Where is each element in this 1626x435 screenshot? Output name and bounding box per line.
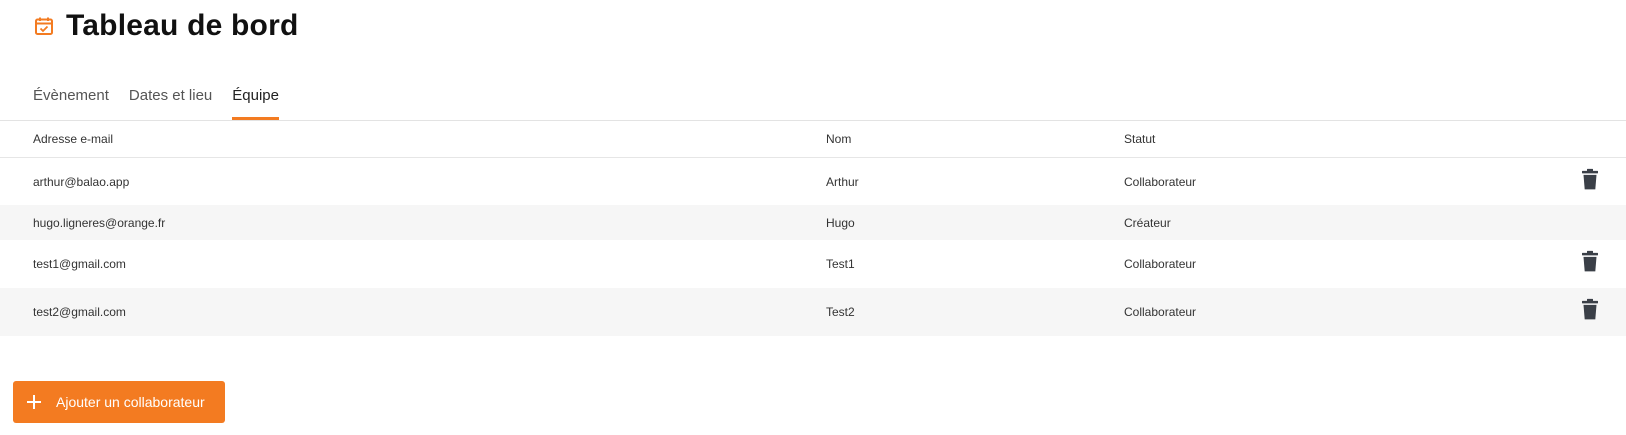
row-email: arthur@balao.app — [33, 174, 130, 189]
column-header-status: Statut — [1124, 132, 1156, 146]
row-email: test1@gmail.com — [33, 257, 126, 271]
trash-icon[interactable] — [1580, 298, 1600, 320]
tab-dates-et-lieu[interactable]: Dates et lieu — [129, 80, 212, 120]
row-name: Arthur — [826, 174, 859, 189]
add-collaborator-label: Ajouter un collaborateur — [56, 394, 205, 410]
row-email: hugo.ligneres@orange.fr — [33, 215, 166, 230]
calendar-check-icon — [33, 15, 55, 37]
table-row: hugo.ligneres@orange.fr Hugo Créateur — [0, 205, 1626, 240]
row-name: Test1 — [826, 257, 855, 271]
table-row: test2@gmail.com Test2 Collaborateur — [0, 288, 1626, 336]
row-name: Hugo — [826, 215, 855, 230]
team-table: Adresse e-mail Nom Statut arthur@balao.a… — [0, 121, 1626, 336]
column-header-name: Nom — [826, 132, 852, 146]
row-name: Test2 — [826, 305, 855, 319]
row-email: test2@gmail.com — [33, 305, 126, 319]
plus-icon — [26, 394, 42, 410]
table-header: Adresse e-mail Nom Statut — [0, 121, 1626, 158]
column-header-email: Adresse e-mail — [33, 132, 114, 146]
add-collaborator-button[interactable]: Ajouter un collaborateur — [13, 381, 225, 423]
page-header: Tableau de bord — [33, 6, 298, 46]
row-status: Collaborateur — [1124, 174, 1197, 189]
row-status: Créateur — [1124, 215, 1171, 230]
trash-icon[interactable] — [1580, 250, 1600, 272]
tab-evenement[interactable]: Évènement — [33, 80, 109, 120]
tab-equipe[interactable]: Équipe — [232, 80, 279, 120]
page-title: Tableau de bord — [66, 9, 299, 42]
row-status: Collaborateur — [1124, 305, 1197, 319]
table-row: test1@gmail.com Test1 Collaborateur — [0, 240, 1626, 288]
table-row: arthur@balao.app Arthur Collaborateur — [0, 158, 1626, 205]
row-status: Collaborateur — [1124, 257, 1197, 271]
tab-bar: Évènement Dates et lieu Équipe — [33, 80, 299, 120]
trash-icon[interactable] — [1580, 168, 1600, 190]
